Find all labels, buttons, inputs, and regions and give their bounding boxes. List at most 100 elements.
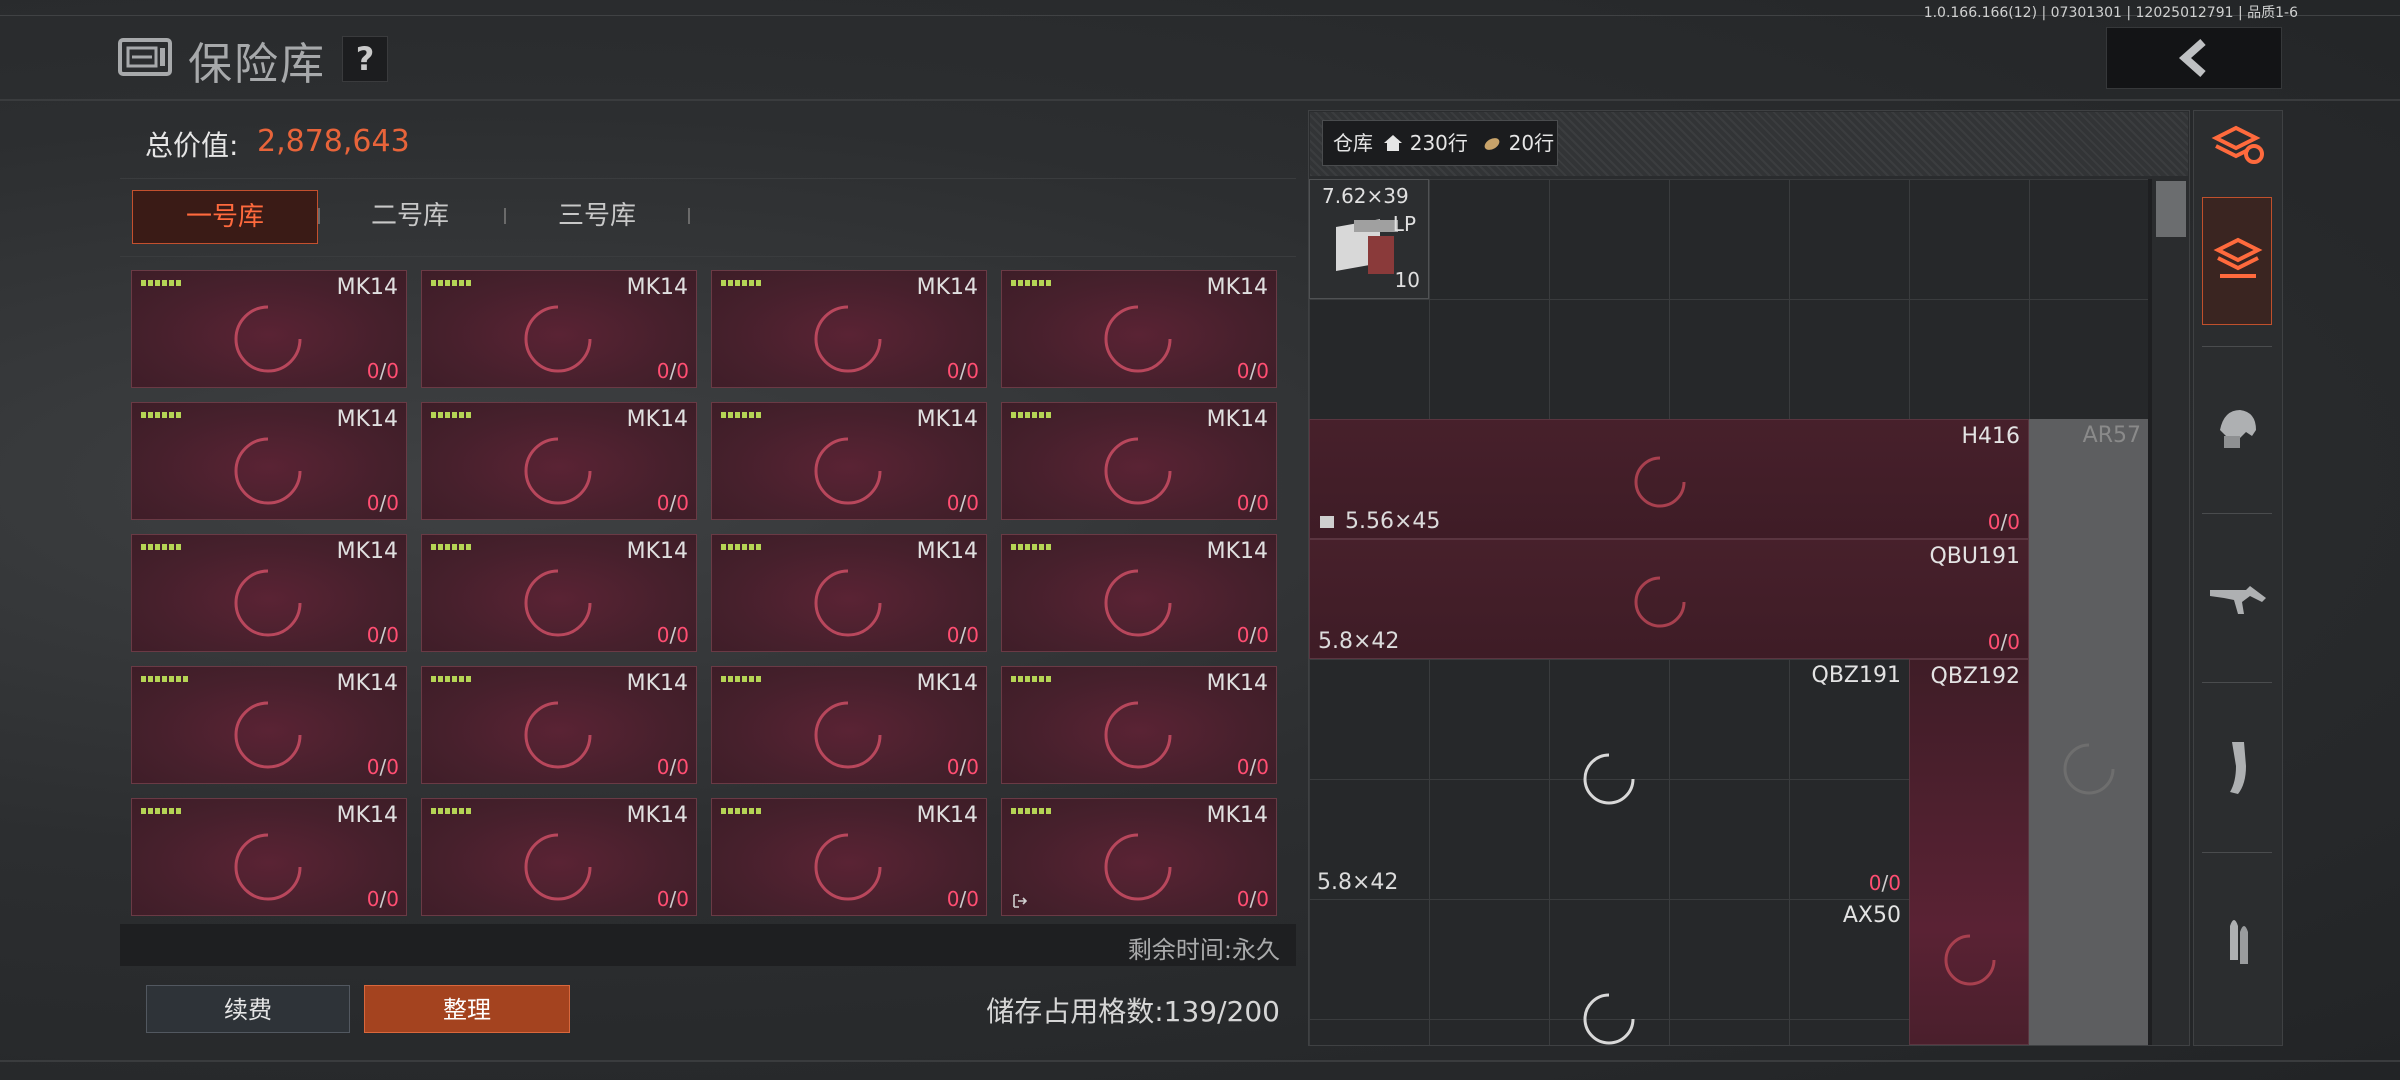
- quality-dots: [721, 676, 761, 682]
- vault-item-card[interactable]: MK14 0/0: [1001, 666, 1277, 784]
- ammo-item[interactable]: 7.62×39 LP 10: [1309, 179, 1429, 299]
- quality-dot: [1046, 808, 1051, 814]
- quality-dot: [1018, 544, 1023, 550]
- quality-dot: [1039, 676, 1044, 682]
- vault-item-card[interactable]: MK14 0/0: [711, 798, 987, 916]
- weapon-count: 0/0: [1869, 871, 1901, 895]
- item-name: MK14: [336, 539, 398, 564]
- quality-dot: [1018, 280, 1023, 286]
- depot-scrollbar-track[interactable]: [2148, 179, 2152, 1045]
- vault-item-card[interactable]: MK14 0/0: [131, 402, 407, 520]
- quality-dot: [438, 544, 443, 550]
- count-b: 0: [966, 623, 979, 647]
- back-button[interactable]: [2106, 27, 2282, 89]
- weapon-qbz192[interactable]: QBZ192: [1909, 659, 2029, 1045]
- vault-item-card[interactable]: MK14 0/0: [131, 798, 407, 916]
- quality-dot: [742, 280, 747, 286]
- tab-vault-1[interactable]: 一号库: [132, 190, 318, 244]
- quality-dot: [148, 412, 153, 418]
- vault-item-card[interactable]: MK14 0/0: [421, 402, 697, 520]
- vault-item-card[interactable]: MK14 0/0: [1001, 402, 1277, 520]
- weapon-h416[interactable]: H416 5.56×45 0/0: [1309, 419, 2029, 539]
- vault-item-card[interactable]: MK14 0/0: [421, 666, 697, 784]
- count-a: 0: [946, 755, 960, 779]
- divider: [2202, 513, 2272, 514]
- vault-item-card[interactable]: MK14 0/0: [711, 270, 987, 388]
- quality-dots: [431, 544, 471, 550]
- item-name: MK14: [1206, 539, 1268, 564]
- vault-item-card[interactable]: MK14 0/0: [1001, 798, 1277, 916]
- tab-vault-2[interactable]: 二号库: [318, 190, 502, 242]
- item-name: MK14: [626, 803, 688, 828]
- vault-item-card[interactable]: MK14 0/0: [131, 534, 407, 652]
- stack-tray-icon[interactable]: [2206, 228, 2270, 292]
- count-b: 0: [2007, 510, 2020, 534]
- count-a: 0: [1236, 359, 1250, 383]
- vault-item-card[interactable]: MK14 0/0: [1001, 534, 1277, 652]
- quality-dot: [756, 412, 761, 418]
- count-b: 0: [1256, 623, 1269, 647]
- quality-dots: [431, 280, 471, 286]
- quality-dot: [445, 676, 450, 682]
- count-b: 0: [1888, 871, 1901, 895]
- stack-refresh-icon[interactable]: [2206, 114, 2270, 178]
- quality-dot: [466, 544, 471, 550]
- quality-dot: [452, 412, 457, 418]
- quality-dot: [466, 808, 471, 814]
- depot-scrollbar-thumb[interactable]: [2156, 181, 2186, 237]
- remain-time-bar: [120, 924, 1296, 966]
- magazine-icon[interactable]: [2206, 736, 2270, 800]
- rifle-icon[interactable]: [2206, 566, 2270, 630]
- item-count: 0/0: [947, 887, 979, 911]
- quality-dot: [141, 280, 146, 286]
- tab-vault-3[interactable]: 三号库: [505, 190, 689, 242]
- sort-button[interactable]: 整理: [364, 985, 570, 1033]
- quality-dot: [169, 544, 174, 550]
- loading-ring-icon: [1104, 569, 1172, 637]
- quality-dot: [431, 280, 436, 286]
- vault-item-card[interactable]: MK14 0/0: [711, 402, 987, 520]
- bullets-icon[interactable]: [2206, 906, 2270, 970]
- quality-dot: [459, 280, 464, 286]
- helmet-vest-icon[interactable]: [2206, 396, 2270, 460]
- vault-item-card[interactable]: MK14 0/0: [421, 798, 697, 916]
- weapon-qbu191[interactable]: QBU191 5.8×42 0/0: [1309, 539, 2029, 659]
- depot-capacity[interactable]: 仓库 230行 20行: [1322, 120, 1558, 166]
- remain-time: 剩余时间:永久: [1127, 936, 1280, 964]
- weapon-name: QBZ191: [1811, 663, 1901, 688]
- vault-item-card[interactable]: MK14 0/0: [421, 270, 697, 388]
- vault-item-card[interactable]: MK14 0/0: [131, 270, 407, 388]
- quality-dot: [459, 808, 464, 814]
- vault-item-card[interactable]: MK14 0/0: [711, 534, 987, 652]
- quality-dots: [141, 544, 181, 550]
- weapon-ar57[interactable]: AR57: [2029, 419, 2149, 1045]
- quality-dot: [452, 280, 457, 286]
- vault-item-card[interactable]: MK14 0/0: [711, 666, 987, 784]
- count-b: 0: [966, 491, 979, 515]
- vault-item-card[interactable]: MK14 0/0: [131, 666, 407, 784]
- renew-button[interactable]: 续费: [146, 985, 350, 1033]
- item-name: MK14: [626, 275, 688, 300]
- count-a: 0: [946, 887, 960, 911]
- item-name: MK14: [916, 407, 978, 432]
- weapon-ax50[interactable]: AX50: [1309, 899, 1909, 1045]
- quality-dot: [1025, 808, 1030, 814]
- item-name: MK14: [626, 671, 688, 696]
- quality-dot: [148, 808, 153, 814]
- quality-dot: [438, 676, 443, 682]
- quality-dots: [431, 676, 471, 682]
- help-button[interactable]: ?: [342, 36, 388, 82]
- quality-dot: [1025, 676, 1030, 682]
- vault-item-card[interactable]: MK14 0/0: [1001, 270, 1277, 388]
- quality-dot: [1025, 412, 1030, 418]
- quality-dot: [735, 544, 740, 550]
- vault-item-card[interactable]: MK14 0/0: [421, 534, 697, 652]
- quality-dot: [169, 808, 174, 814]
- quality-dot: [431, 808, 436, 814]
- loading-ring-icon: [814, 701, 882, 769]
- quality-dots: [1011, 676, 1051, 682]
- count-a: 0: [946, 623, 960, 647]
- weapon-qbz191[interactable]: QBZ191 5.8×42 0/0: [1309, 659, 1909, 899]
- quality-dot: [1011, 544, 1016, 550]
- item-count: 0/0: [367, 491, 399, 515]
